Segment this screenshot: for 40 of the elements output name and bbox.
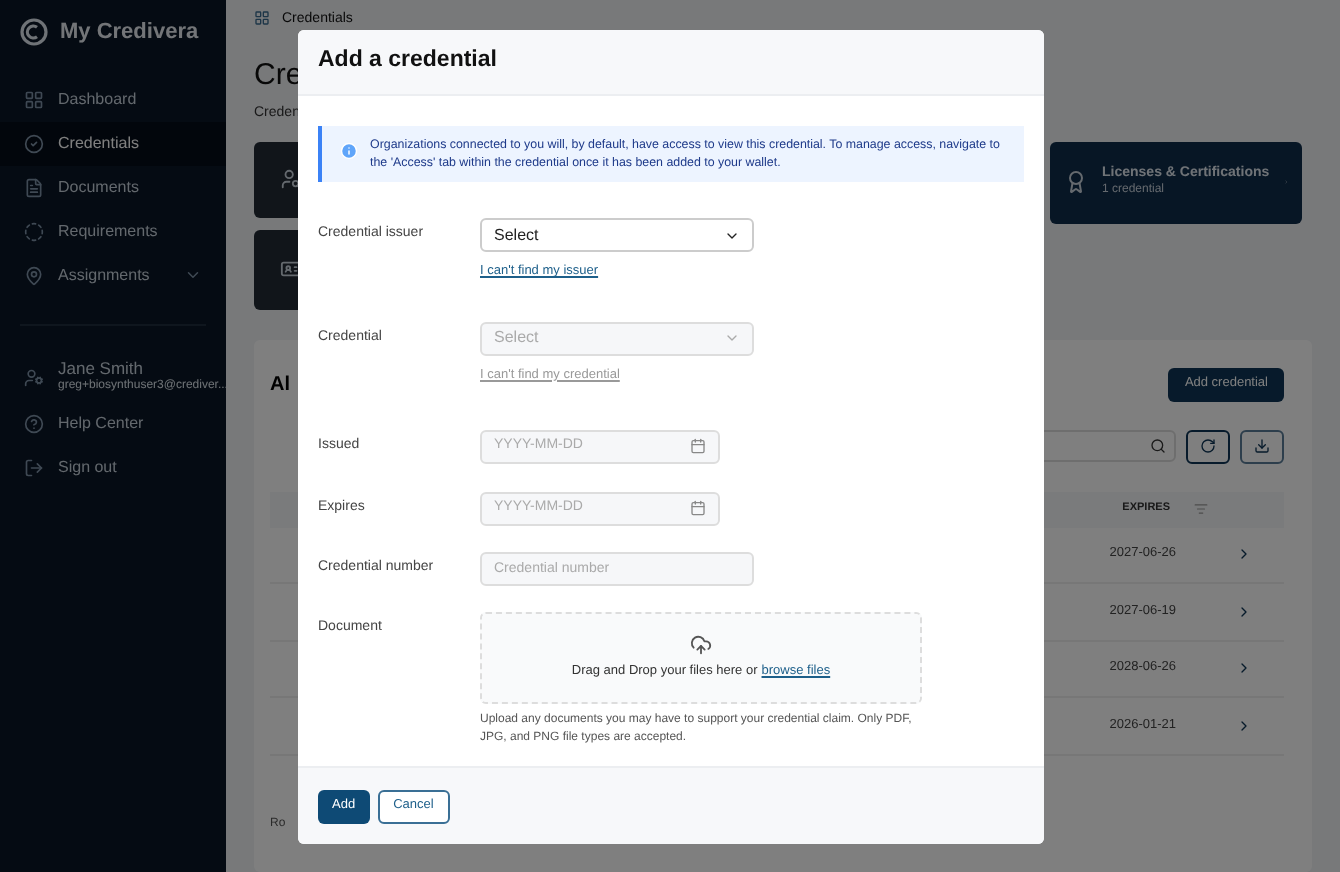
refresh-icon [1200,438,1216,454]
grid-icon [24,89,44,109]
refresh-button[interactable] [1186,429,1230,463]
filter-icon [1194,502,1208,516]
cloud-upload-icon [690,633,712,656]
sidebar-item[interactable]: Assignments [0,253,226,297]
panel-heading: Al [270,371,290,399]
user-name: Jane Smith [58,360,146,379]
chevron-right-icon[interactable] [1236,717,1252,734]
sidebar-item[interactable]: Credentials [0,121,226,165]
chevron-right-icon[interactable] [1236,603,1252,620]
download-button[interactable] [1240,429,1284,463]
calendar-icon [690,500,706,516]
select-field[interactable]: Select [480,218,754,252]
document-icon [24,177,44,197]
user-search-icon [279,168,301,190]
chevron-right-icon[interactable] [1236,546,1252,563]
check-circle-icon [24,133,44,153]
sidebar-item[interactable]: Sign out [0,445,226,489]
map-pin-icon [24,265,44,285]
brand-name: My Credivera [60,18,199,48]
help-icon [24,413,44,433]
dialog-title: Add a credential [318,46,497,77]
sign-out-icon [24,457,44,477]
chevron-down-icon [184,266,202,284]
award-icon [1064,170,1088,194]
sidebar-item[interactable]: Requirements [0,209,226,253]
calendar-icon [690,438,706,454]
sidebar-item[interactable]: Dashboard [0,77,226,121]
search-icon [1150,438,1166,454]
sidebar-item[interactable]: Help Center [0,401,226,445]
chevron-right-icon[interactable] [1236,660,1252,677]
info-icon [340,142,358,160]
grid-icon [254,10,270,26]
logo-icon [20,18,48,47]
id-card-icon [279,258,301,280]
download-icon [1254,438,1270,454]
sidebar-item[interactable]: Documents [0,165,226,209]
user-icon [24,367,44,387]
circle-icon [24,221,44,241]
